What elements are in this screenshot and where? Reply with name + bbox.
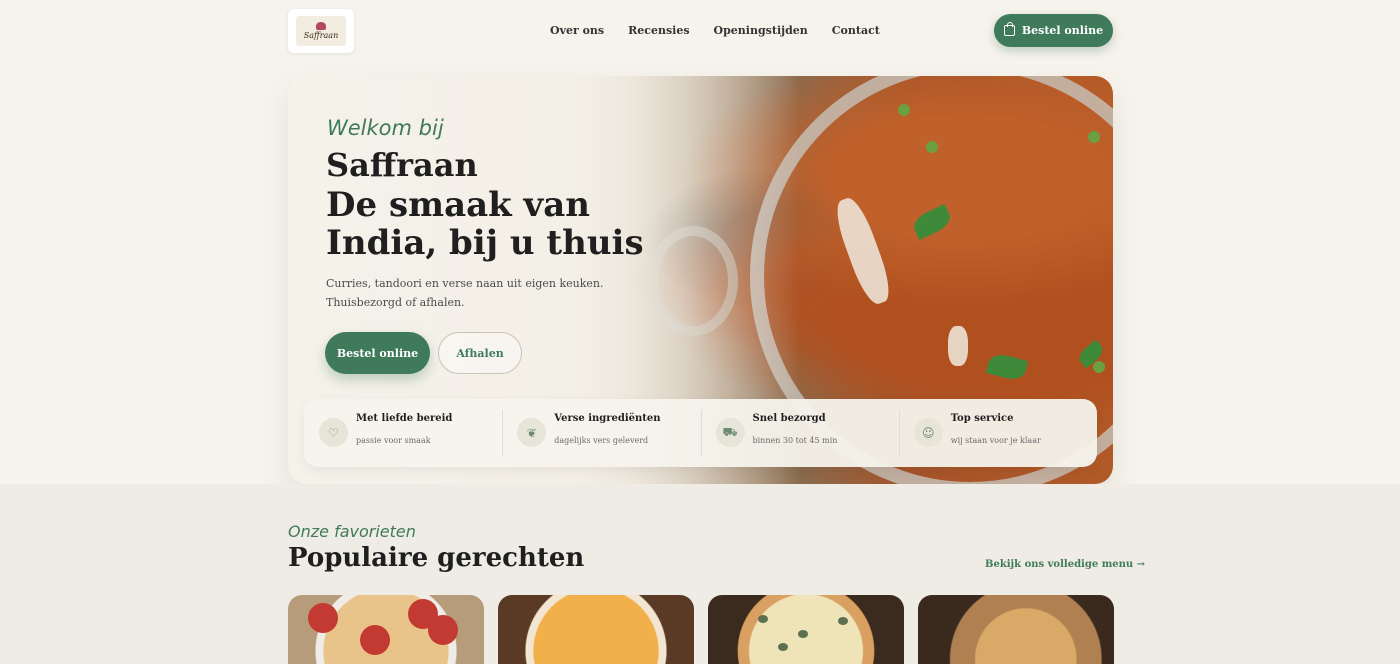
leaf-icon: ❦ bbox=[517, 418, 547, 447]
logo-mark-icon bbox=[316, 22, 326, 30]
hero-brand: Saffraan bbox=[326, 146, 478, 184]
hero-subtitle: Curries, tandoori en verse naan uit eige… bbox=[326, 277, 604, 309]
dish-card[interactable] bbox=[918, 595, 1114, 664]
section-eyebrow: Onze favorieten bbox=[288, 522, 416, 541]
hero-headline: De smaak van India, bij u thuis bbox=[326, 185, 644, 263]
logo-image: Saffraan bbox=[296, 16, 346, 46]
section-title: Populaire gerechten bbox=[288, 543, 585, 573]
feature-title: Snel bezorgd bbox=[752, 413, 826, 424]
site-logo[interactable]: Saffraan bbox=[288, 9, 354, 53]
truck-icon: ⛟ bbox=[715, 418, 745, 447]
feature-bar: ♡ Met liefde bereid passie voor smaak ❦ … bbox=[304, 399, 1097, 467]
pepperoni bbox=[360, 625, 390, 655]
heart-icon: ♡ bbox=[319, 418, 348, 447]
feature-title: Top service bbox=[950, 413, 1014, 424]
feature-subtitle: binnen 30 tot 45 min bbox=[752, 436, 838, 445]
smile-icon: ☺ bbox=[913, 418, 943, 447]
dish-card[interactable] bbox=[498, 595, 694, 664]
herb-spot bbox=[838, 617, 848, 625]
hero-order-button[interactable]: Bestel online bbox=[325, 332, 430, 374]
herb-spot bbox=[798, 630, 808, 638]
nav-link-contact[interactable]: Contact bbox=[832, 24, 880, 37]
shopping-bag-icon bbox=[1003, 22, 1015, 36]
feature-item: ❦ Verse ingrediënten dagelijks vers gele… bbox=[502, 399, 700, 467]
header-order-label: Bestel online bbox=[1021, 24, 1104, 37]
logo-text: Saffraan bbox=[303, 31, 339, 40]
nav-link-recensies[interactable]: Recensies bbox=[628, 24, 689, 37]
site-header: Saffraan Over ons Recensies Openingstijd… bbox=[0, 0, 1400, 60]
feature-item: ☺ Top service wij staan voor je klaar bbox=[898, 399, 1097, 467]
feature-subtitle: dagelijks vers geleverd bbox=[554, 436, 649, 445]
feature-title: Verse ingrediënten bbox=[554, 413, 661, 424]
herb-spot bbox=[758, 615, 768, 623]
dish-card[interactable] bbox=[708, 595, 904, 664]
hero-pickup-button[interactable]: Afhalen bbox=[438, 332, 522, 374]
popular-section bbox=[0, 484, 1400, 664]
pepperoni bbox=[428, 615, 458, 645]
hero-welcome: Welkom bij bbox=[327, 116, 444, 140]
feature-title: Met liefde bereid bbox=[356, 413, 453, 424]
header-order-button[interactable]: Bestel online bbox=[994, 14, 1113, 47]
main-nav: Over ons Recensies Openingstijden Contac… bbox=[550, 24, 880, 37]
nav-link-over-ons[interactable]: Over ons bbox=[550, 24, 604, 37]
feature-item: ⛟ Snel bezorgd binnen 30 tot 45 min bbox=[700, 399, 899, 467]
full-menu-link[interactable]: Bekijk ons volledige menu → bbox=[985, 559, 1145, 570]
feature-subtitle: passie voor smaak bbox=[356, 436, 431, 445]
herb-spot bbox=[778, 643, 788, 651]
feature-item: ♡ Met liefde bereid passie voor smaak bbox=[304, 399, 502, 467]
nav-link-openingstijden[interactable]: Openingstijden bbox=[714, 24, 808, 37]
dish-card[interactable] bbox=[288, 595, 484, 664]
feature-subtitle: wij staan voor je klaar bbox=[950, 436, 1041, 445]
pepperoni bbox=[308, 603, 338, 633]
